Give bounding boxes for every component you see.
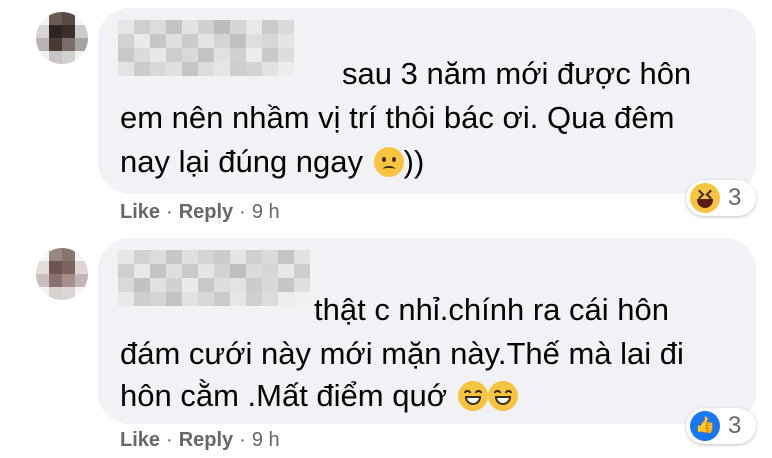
separator-dot: · [166, 201, 173, 223]
separator-dot: · [239, 429, 246, 451]
sad-face-emoji [373, 147, 404, 177]
reaction-summary[interactable]: 👍 3 [686, 408, 756, 444]
like-link[interactable]: Like [120, 201, 160, 223]
blurred-username [118, 250, 310, 306]
grinning-face-emoji [457, 381, 488, 411]
comment-item: thật c nhỉ.chính ra cái hôn đám cưới này… [0, 228, 772, 458]
comment-text-line-3-text: nay lại đúng ngay [120, 144, 364, 179]
comment-bubble: thật c nhỉ.chính ra cái hôn đám cưới này… [98, 238, 756, 424]
reply-link[interactable]: Reply [179, 201, 233, 223]
comment-bubble: sau 3 năm mới được hôn em nên nhầm vị tr… [98, 8, 756, 194]
comment-actions: Like · Reply · 9 h [120, 201, 280, 224]
comment-text-line-3: hôn cằm .Mất điểm quớ [120, 376, 518, 416]
haha-reaction-icon [690, 183, 720, 213]
avatar[interactable] [36, 12, 88, 64]
reaction-summary[interactable]: 3 [686, 180, 756, 216]
timestamp[interactable]: 9 h [252, 201, 280, 223]
comment-text-line-3-text: hôn cằm .Mất điểm quớ [120, 378, 448, 413]
comment-text-line-1: sau 3 năm mới được hôn [342, 56, 692, 91]
grinning-face-emoji [487, 381, 518, 411]
avatar[interactable] [36, 248, 88, 300]
separator-dot: · [239, 201, 246, 223]
separator-dot: · [166, 429, 173, 451]
comment-item: sau 3 năm mới được hôn em nên nhầm vị tr… [0, 0, 772, 228]
comment-text-line-1: thật c nhỉ.chính ra cái hôn [314, 292, 670, 327]
blurred-username [118, 20, 294, 76]
reaction-count: 3 [728, 184, 742, 211]
reply-link[interactable]: Reply [179, 429, 233, 451]
like-reaction-icon: 👍 [690, 411, 720, 441]
comment-actions: Like · Reply · 9 h [120, 429, 280, 452]
reaction-count: 3 [728, 412, 742, 439]
comment-text-line-3: nay lại đúng ngay )) [120, 142, 424, 182]
comment-text-line-2: em nên nhầm vị trí thôi bác ơi. Qua đêm [120, 100, 675, 135]
timestamp[interactable]: 9 h [252, 429, 280, 451]
like-link[interactable]: Like [120, 429, 160, 451]
comment-text-line-2: đám cưới này mới mặn này.Thế mà lai đi [120, 336, 684, 371]
comment-text-suffix: )) [403, 144, 425, 179]
